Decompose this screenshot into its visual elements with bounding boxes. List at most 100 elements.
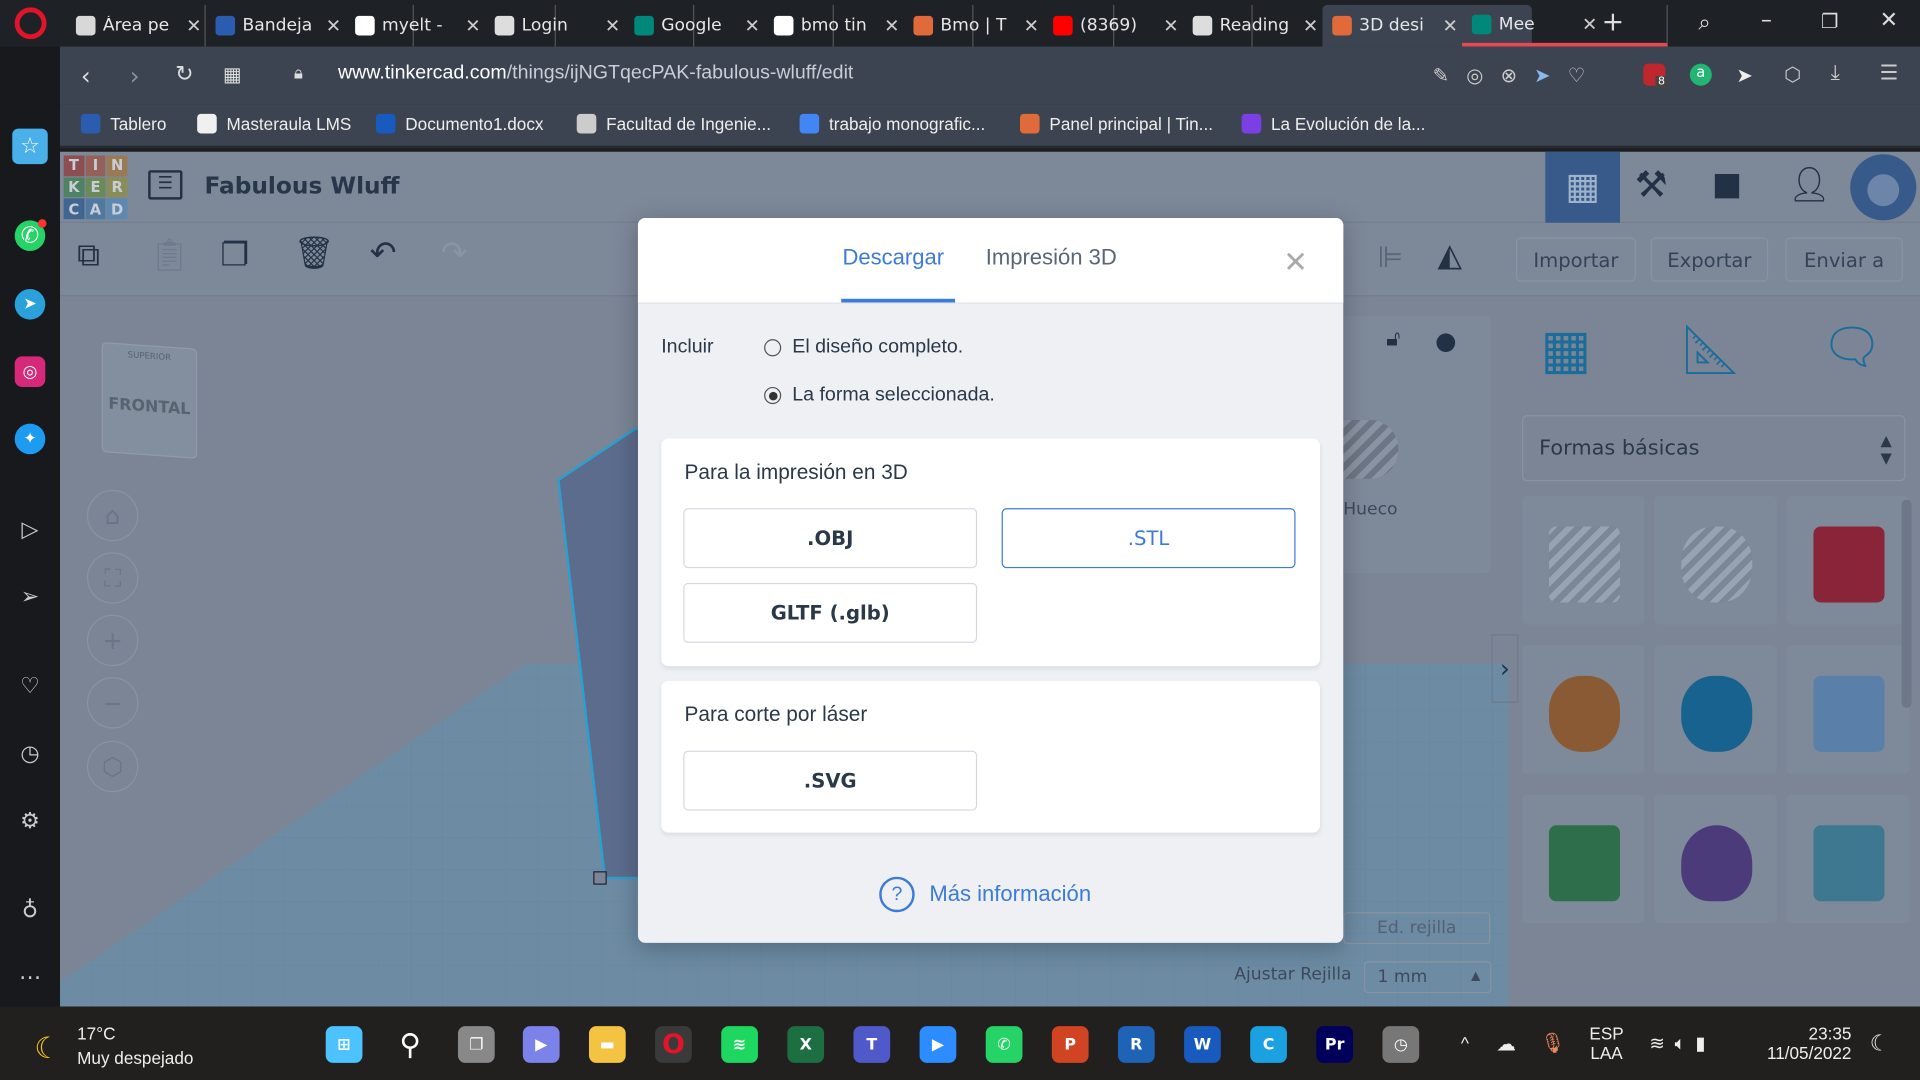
- instagram-icon[interactable]: ◎: [14, 356, 46, 387]
- notifications-moon-icon[interactable]: ☾: [1870, 1031, 1890, 1057]
- shape-roof[interactable]: [1522, 794, 1645, 924]
- c-app-icon[interactable]: C: [1250, 1026, 1287, 1063]
- shapes-scrollbar[interactable]: [1901, 499, 1912, 708]
- tab-impresion-3d[interactable]: Impresión 3D: [986, 245, 1117, 271]
- shapes-category-select[interactable]: Formas básicas ▲ ▼: [1522, 415, 1906, 482]
- ublock-extension-icon[interactable]: 8: [1643, 63, 1668, 89]
- notes-tool-icon[interactable]: 🗨︎: [1821, 318, 1883, 376]
- close-tab-icon[interactable]: ✕: [1442, 15, 1457, 37]
- bookmark-item[interactable]: Facultad de Ingenie...: [576, 113, 771, 134]
- home-view-button[interactable]: ⌂: [86, 489, 139, 542]
- browser-tab[interactable]: Área pe ✕: [66, 4, 206, 47]
- shape-box-hole[interactable]: [1522, 495, 1645, 625]
- copy-icon[interactable]: ⧉: [77, 238, 100, 276]
- edit-grid-button[interactable]: Ed. rejilla: [1343, 912, 1491, 945]
- clock[interactable]: 23:35 11/05/2022: [1767, 1024, 1852, 1063]
- alarms-clock-icon[interactable]: ◷: [1382, 1026, 1420, 1063]
- design-title[interactable]: Fabulous Wluff: [204, 173, 399, 200]
- snap-grid-select[interactable]: 1 mm ▲: [1364, 961, 1492, 994]
- bookmark-item[interactable]: Masteraula LMS: [197, 113, 351, 134]
- download-icon[interactable]: ⤓: [1831, 61, 1840, 85]
- bookmark-item[interactable]: trabajo monografic...: [799, 113, 985, 134]
- file-explorer-icon[interactable]: ▬: [588, 1026, 626, 1063]
- align-icon[interactable]: ⊫: [1378, 240, 1404, 274]
- radio-full-design[interactable]: El diseño completo.: [764, 337, 963, 359]
- shape-box[interactable]: [1786, 495, 1909, 625]
- codeblocks-pickaxe-button[interactable]: ⚒: [1635, 164, 1668, 207]
- zoom-icon[interactable]: ▶: [919, 1026, 957, 1063]
- lessons-briefcase-button[interactable]: ■: [1712, 167, 1742, 204]
- svg-button[interactable]: .SVG: [683, 750, 978, 811]
- paste-icon[interactable]: 📋︎: [149, 238, 189, 275]
- opera-icon[interactable]: O: [655, 1026, 692, 1063]
- speed-dial-icon[interactable]: ▦: [223, 62, 242, 85]
- settings-gear-icon[interactable]: ⚙: [15, 806, 46, 837]
- forward-button[interactable]: ›: [130, 61, 140, 90]
- reload-button[interactable]: ↻: [175, 61, 193, 87]
- powerpoint-icon[interactable]: P: [1051, 1026, 1089, 1063]
- visibility-bulb-icon[interactable]: ●: [1435, 326, 1456, 355]
- close-tab-icon[interactable]: ✕: [605, 15, 620, 37]
- shape-cylinder[interactable]: [1522, 645, 1645, 774]
- zoom-in-button[interactable]: +: [86, 614, 139, 667]
- back-button[interactable]: ‹: [81, 61, 91, 90]
- obj-button[interactable]: .OBJ: [683, 508, 978, 569]
- revit-icon[interactable]: R: [1117, 1026, 1155, 1063]
- shape-sphere[interactable]: [1654, 645, 1777, 774]
- weather-moon-icon[interactable]: ☾: [34, 1031, 60, 1065]
- view-cube-top[interactable]: SUPERIOR: [103, 348, 196, 364]
- microphone-icon[interactable]: 🎙︎: [1540, 1031, 1565, 1055]
- stl-button[interactable]: .STL: [1001, 508, 1296, 569]
- tips-bulb-icon[interactable]: ♁: [15, 895, 46, 926]
- close-tab-icon[interactable]: ✕: [326, 15, 341, 37]
- opera-logo-icon[interactable]: [14, 7, 47, 40]
- search-icon[interactable]: ⚲: [392, 1026, 429, 1063]
- language-indicator[interactable]: ESP LAA: [1589, 1024, 1623, 1063]
- fit-view-button[interactable]: ⛶: [86, 552, 139, 604]
- more-info-link[interactable]: ? Más información: [879, 876, 1091, 913]
- close-window-button[interactable]: ✕: [1880, 7, 1898, 33]
- excel-icon[interactable]: X: [787, 1026, 825, 1063]
- search-tabs-icon[interactable]: ⌕: [1698, 10, 1710, 36]
- view-cube-front[interactable]: FRONTAL: [103, 395, 196, 420]
- flow-icon[interactable]: ➢: [15, 582, 46, 613]
- close-tab-icon[interactable]: ✕: [1163, 15, 1178, 37]
- import-button[interactable]: Importar: [1515, 237, 1636, 282]
- network-volume-battery-icons[interactable]: ≋🔈︎▮: [1649, 1032, 1715, 1054]
- close-tab-icon[interactable]: ✕: [465, 15, 480, 37]
- close-tab-icon[interactable]: ✕: [1024, 15, 1039, 37]
- undo-icon[interactable]: ↶: [370, 235, 397, 272]
- tab-descargar[interactable]: Descargar: [842, 245, 944, 271]
- extension-a-icon[interactable]: a: [1689, 63, 1712, 86]
- task-view-icon[interactable]: ❐: [457, 1026, 495, 1063]
- teams-icon[interactable]: T: [853, 1026, 891, 1063]
- add-user-button[interactable]: 👤︎: [1788, 164, 1832, 204]
- bookmark-item[interactable]: La Evolución de la...: [1241, 113, 1425, 134]
- browser-tab[interactable]: Mee ✕: [1462, 4, 1668, 47]
- more-icon[interactable]: ⋯: [15, 962, 46, 993]
- delete-trash-icon[interactable]: 🗑︎: [294, 235, 334, 272]
- weather-desc[interactable]: Muy despejado: [77, 1048, 193, 1068]
- shape-scribble[interactable]: [1786, 645, 1909, 774]
- lock-open-icon[interactable]: 🔓︎: [1386, 326, 1400, 352]
- duplicate-icon[interactable]: ❐: [220, 238, 249, 275]
- mirror-icon[interactable]: ◭: [1438, 238, 1462, 275]
- address-bar-actions[interactable]: ✎◎⊗➤♡: [1433, 64, 1603, 87]
- url-field[interactable]: www.tinkercad.com/things/ijNGTqecPAK-fab…: [338, 62, 853, 84]
- view-cube[interactable]: SUPERIOR FRONTAL: [101, 341, 198, 459]
- new-tab-button[interactable]: +: [1602, 7, 1625, 38]
- extensions-cube-icon[interactable]: ⬡: [1784, 62, 1801, 85]
- favorites-heart-icon[interactable]: ♡: [15, 671, 46, 702]
- speed-dial-star-icon[interactable]: ☆: [12, 128, 48, 165]
- windows-start-icon[interactable]: ⊞: [325, 1026, 363, 1063]
- perspective-button[interactable]: ⬡: [86, 740, 139, 793]
- 3d-view-grid-button[interactable]: ▦: [1545, 151, 1621, 223]
- premiere-icon[interactable]: Pr: [1316, 1026, 1354, 1063]
- telegram-icon[interactable]: ➤: [14, 288, 46, 320]
- workplane-tool-icon[interactable]: ▦: [1540, 318, 1591, 380]
- bookmark-item[interactable]: Documento1.docx: [375, 113, 543, 134]
- tinkercad-logo[interactable]: TINKERCAD: [63, 155, 128, 220]
- zoom-out-button[interactable]: −: [86, 677, 139, 729]
- bookmark-item[interactable]: Panel principal | Tin...: [1020, 113, 1213, 134]
- redo-icon[interactable]: ↷: [441, 235, 468, 272]
